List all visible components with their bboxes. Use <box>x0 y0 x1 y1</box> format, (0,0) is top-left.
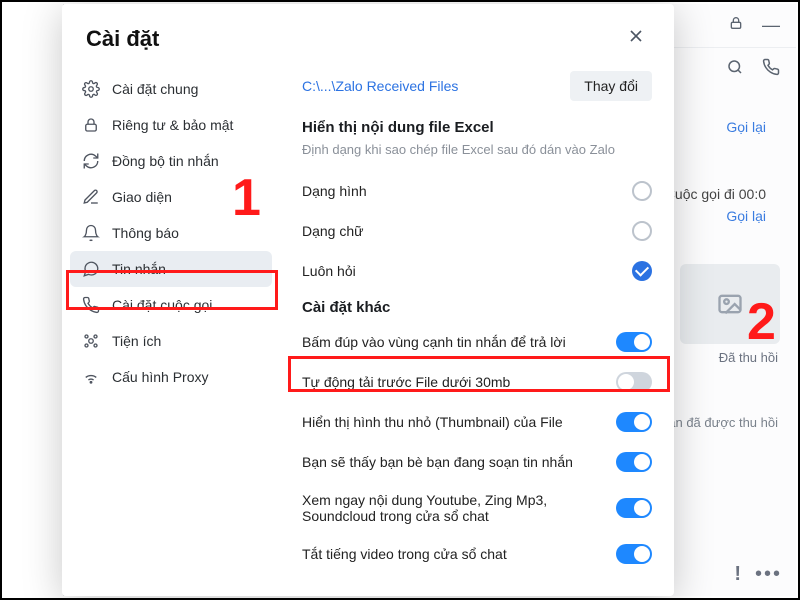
sidebar-item-notifications[interactable]: Thông báo <box>70 215 272 251</box>
sidebar-item-label: Thông báo <box>112 225 179 241</box>
lock-icon <box>728 15 744 36</box>
toggle-switch[interactable] <box>616 412 652 432</box>
toggle-switch[interactable] <box>616 452 652 472</box>
sidebar-item-label: Đồng bộ tin nhắn <box>112 153 219 169</box>
sidebar-item-label: Cấu hình Proxy <box>112 369 209 385</box>
search-icon <box>726 58 744 81</box>
option-label: Luôn hỏi <box>302 263 356 279</box>
bg-image-thumb <box>680 264 780 344</box>
phone-icon <box>762 58 780 81</box>
radio-checked-icon[interactable] <box>632 261 652 281</box>
puzzle-icon <box>82 332 100 350</box>
radio-unchecked-icon[interactable] <box>632 221 652 241</box>
lock-icon <box>82 116 100 134</box>
settings-modal: Cài đặt Cài đặt chung Riêng tư & bảo mật… <box>62 4 674 596</box>
option-label: Dạng chữ <box>302 223 364 239</box>
download-path-link[interactable]: C:\...\Zalo Received Files <box>302 78 458 94</box>
excel-option-ask[interactable]: Luôn hỏi <box>302 251 652 291</box>
toggle-switch[interactable] <box>616 372 652 392</box>
setting-label: Tắt tiếng video trong cửa sổ chat <box>302 546 507 562</box>
setting-label: Bạn sẽ thấy bạn bè bạn đang soạn tin nhắ… <box>302 454 573 470</box>
settings-sidebar: Cài đặt chung Riêng tư & bảo mật Đồng bộ… <box>62 65 280 596</box>
bell-icon <box>82 224 100 242</box>
sidebar-item-general[interactable]: Cài đặt chung <box>70 71 272 107</box>
toggle-switch[interactable] <box>616 498 652 518</box>
sidebar-item-label: Cài đặt cuộc gọi <box>112 297 212 313</box>
minimize-icon: — <box>762 15 780 36</box>
sidebar-item-appearance[interactable]: Giao diện <box>70 179 272 215</box>
message-icon <box>82 260 100 278</box>
toggle-switch[interactable] <box>616 332 652 352</box>
setting-media-preview: Xem ngay nội dung Youtube, Zing Mp3, Sou… <box>302 482 652 534</box>
toggle-switch[interactable] <box>616 544 652 564</box>
phone-icon <box>82 296 100 314</box>
sidebar-item-label: Tiện ích <box>112 333 161 349</box>
modal-title: Cài đặt <box>86 26 159 52</box>
setting-label: Tự động tải trước File dưới 30mb <box>302 374 510 390</box>
bg-input-toolbar: ! ••• <box>734 563 782 586</box>
close-button[interactable] <box>622 22 650 55</box>
other-section-title: Cài đặt khác <box>302 299 652 316</box>
setting-double-click-reply: Bấm đúp vào vùng cạnh tin nhắn để trả lờ… <box>302 322 652 362</box>
setting-auto-download: Tự động tải trước File dưới 30mb <box>302 362 652 402</box>
bg-nav-rail <box>4 4 64 596</box>
change-path-button[interactable]: Thay đổi <box>570 71 652 101</box>
option-label: Dạng hình <box>302 183 367 199</box>
setting-label: Hiển thị hình thu nhỏ (Thumbnail) của Fi… <box>302 414 563 430</box>
close-icon <box>626 26 646 46</box>
sidebar-item-sync[interactable]: Đồng bộ tin nhắn <box>70 143 272 179</box>
sync-icon <box>82 152 100 170</box>
sidebar-item-calls[interactable]: Cài đặt cuộc gọi <box>70 287 272 323</box>
setting-mute-video: Tắt tiếng video trong cửa sổ chat <box>302 534 652 574</box>
sidebar-item-label: Giao diện <box>112 189 172 205</box>
sidebar-item-proxy[interactable]: Cấu hình Proxy <box>70 359 272 395</box>
excel-section-title: Hiển thị nội dung file Excel <box>302 119 652 136</box>
setting-label: Bấm đúp vào vùng cạnh tin nhắn để trả lờ… <box>302 334 566 350</box>
sidebar-item-utilities[interactable]: Tiện ích <box>70 323 272 359</box>
setting-label: Xem ngay nội dung Youtube, Zing Mp3, Sou… <box>302 492 602 524</box>
sidebar-item-label: Tin nhắn <box>112 261 166 277</box>
gear-icon <box>82 80 100 98</box>
sidebar-item-messages[interactable]: Tin nhắn <box>70 251 272 287</box>
excel-option-text[interactable]: Dạng chữ <box>302 211 652 251</box>
edit-icon <box>82 188 100 206</box>
sidebar-item-label: Cài đặt chung <box>112 81 198 97</box>
excel-option-image[interactable]: Dạng hình <box>302 171 652 211</box>
settings-content: C:\...\Zalo Received Files Thay đổi Hiển… <box>280 65 674 596</box>
setting-typing-indicator: Bạn sẽ thấy bạn bè bạn đang soạn tin nhắ… <box>302 442 652 482</box>
wifi-icon <box>82 368 100 386</box>
sidebar-item-privacy[interactable]: Riêng tư & bảo mật <box>70 107 272 143</box>
radio-unchecked-icon[interactable] <box>632 181 652 201</box>
setting-thumbnail: Hiển thị hình thu nhỏ (Thumbnail) của Fi… <box>302 402 652 442</box>
sidebar-item-label: Riêng tư & bảo mật <box>112 117 233 133</box>
excel-section-desc: Định dạng khi sao chép file Excel sau đó… <box>302 142 652 157</box>
